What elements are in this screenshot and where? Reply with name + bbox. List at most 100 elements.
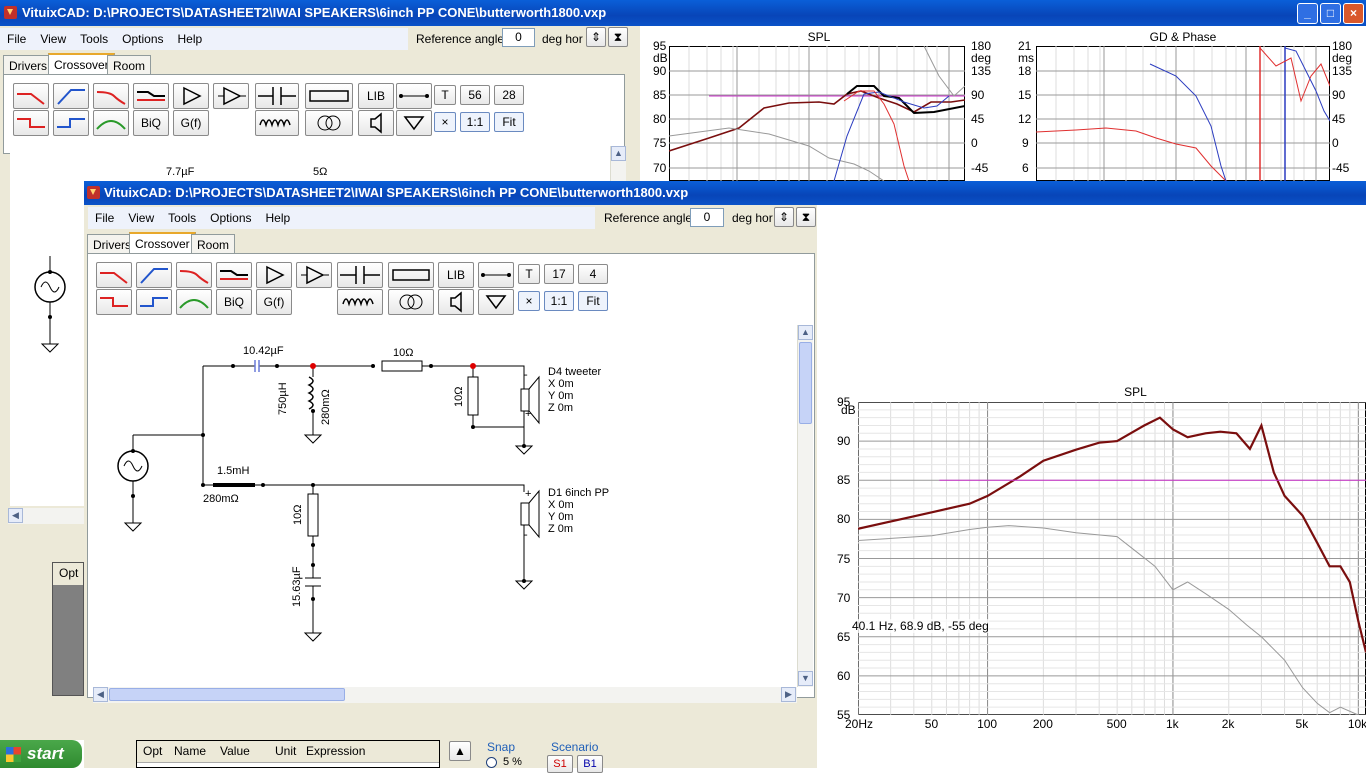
- fit-button[interactable]: Fit: [578, 291, 608, 311]
- amp-button[interactable]: [256, 262, 292, 288]
- bg-horizontal-scrollbar[interactable]: ◀: [8, 508, 84, 524]
- highpass-button[interactable]: [136, 262, 172, 288]
- bg-inductor-button[interactable]: [255, 110, 299, 136]
- component-table[interactable]: Opt Name Value Unit Expression: [136, 740, 440, 768]
- fg-angle-reset-button[interactable]: ⧗: [796, 207, 816, 227]
- bg-opamp-button[interactable]: [213, 83, 249, 109]
- bg-delete-icon[interactable]: ×: [434, 112, 456, 132]
- menu-view[interactable]: View: [33, 28, 73, 46]
- fg-angle-updown-button[interactable]: ⇕: [774, 207, 794, 227]
- inductor-button[interactable]: [337, 289, 383, 315]
- bg-tab-drivers[interactable]: Drivers: [3, 55, 53, 75]
- y-tick-label: 95: [837, 395, 851, 409]
- opamp-button[interactable]: [296, 262, 332, 288]
- menu-tools[interactable]: Tools: [73, 28, 115, 46]
- lib-button[interactable]: LIB: [438, 262, 474, 288]
- fg-vscroll-thumb[interactable]: [799, 342, 812, 424]
- menu-file[interactable]: File: [0, 28, 33, 46]
- scenario-s1-button[interactable]: S1: [547, 755, 573, 773]
- bg-grid-y-field[interactable]: 28: [494, 85, 524, 105]
- bg-transformer-button[interactable]: [305, 110, 353, 136]
- spl-small-right-unit: deg: [971, 51, 992, 65]
- wire-button[interactable]: [478, 262, 514, 288]
- delete-icon[interactable]: ×: [518, 291, 540, 311]
- bg-ref-angle-input[interactable]: 0: [502, 28, 535, 47]
- bg-ground-button[interactable]: [396, 110, 432, 136]
- bg-angle-reset-button[interactable]: ⧗: [608, 27, 628, 47]
- scroll-down-icon[interactable]: ▼: [798, 671, 813, 686]
- scroll-up-icon[interactable]: ▲: [611, 146, 626, 161]
- biq-button[interactable]: BiQ: [216, 289, 252, 315]
- bg-wire-button[interactable]: [396, 83, 432, 109]
- gf-button[interactable]: G(f): [256, 289, 292, 315]
- lowpass2-button[interactable]: [176, 262, 212, 288]
- bg-grid-x-field[interactable]: 56: [460, 85, 490, 105]
- bg-tab-crossover[interactable]: Crossover: [48, 53, 115, 75]
- fg-horizontal-scrollbar[interactable]: ◀ ▶: [93, 687, 797, 703]
- scenario-b1-button[interactable]: B1: [577, 755, 603, 773]
- fg-vertical-scrollbar[interactable]: ▲ ▼: [797, 325, 813, 687]
- hp-split-button[interactable]: [136, 289, 172, 315]
- fg-tab-room[interactable]: Room: [191, 234, 236, 254]
- lp-split-button[interactable]: [96, 289, 132, 315]
- zoom-1to1-button[interactable]: 1:1: [544, 291, 574, 311]
- fg-window-title: VituixCAD: D:\PROJECTS\DATASHEET2\IWAI S…: [104, 185, 689, 200]
- scroll-left-icon[interactable]: ◀: [93, 687, 108, 702]
- scroll-left-icon[interactable]: ◀: [8, 508, 23, 523]
- bg-lowpass2-button[interactable]: [93, 83, 129, 109]
- schematic-canvas[interactable]: - + + - 10.42µF 10Ω 750µH 280mΩ 10Ω D4 t…: [93, 325, 797, 687]
- bg-capacitor-button[interactable]: [255, 83, 299, 109]
- bg-gf-button[interactable]: G(f): [173, 110, 209, 136]
- transformer-button[interactable]: [388, 289, 434, 315]
- bg-fit-button[interactable]: Fit: [494, 112, 524, 132]
- bg-angle-updown-button[interactable]: ⇕: [586, 27, 606, 47]
- fg-menu-file[interactable]: File: [88, 207, 121, 225]
- start-button[interactable]: start: [0, 740, 82, 768]
- menu-options[interactable]: Options: [115, 28, 170, 46]
- fg-menu-options[interactable]: Options: [203, 207, 258, 225]
- fg-ref-angle-input[interactable]: 0: [690, 208, 724, 227]
- resistor-button[interactable]: [388, 262, 434, 288]
- bg-resistor-button[interactable]: [305, 83, 353, 109]
- fg-menu-tools[interactable]: Tools: [161, 207, 203, 225]
- fg-menu-help[interactable]: Help: [259, 207, 298, 225]
- move-up-button[interactable]: ▲: [449, 741, 471, 761]
- text-button[interactable]: T: [518, 264, 540, 284]
- scroll-right-icon[interactable]: ▶: [781, 687, 796, 702]
- menu-help[interactable]: Help: [171, 28, 210, 46]
- col-unit: Unit: [275, 744, 297, 758]
- bg-bandpass-button[interactable]: [93, 110, 129, 136]
- bg-lib-button[interactable]: LIB: [358, 83, 394, 109]
- bg-highpass-button[interactable]: [53, 83, 89, 109]
- bg-window-titlebar[interactable]: VituixCAD: D:\PROJECTS\DATASHEET2\IWAI S…: [0, 0, 1366, 26]
- fg-window-titlebar[interactable]: VituixCAD: D:\PROJECTS\DATASHEET2\IWAI S…: [84, 181, 1366, 205]
- bg-amp-button[interactable]: [173, 83, 209, 109]
- bg-lowpass-button[interactable]: [13, 83, 49, 109]
- minimize-button[interactable]: _: [1297, 3, 1318, 24]
- grid-y-field[interactable]: 4: [578, 264, 608, 284]
- fg-hscroll-thumb[interactable]: [109, 688, 345, 701]
- fg-menu-view[interactable]: View: [121, 207, 161, 225]
- capacitor-c2-label: 15.63µF: [291, 566, 303, 607]
- scroll-up-icon[interactable]: ▲: [798, 325, 813, 340]
- bg-text-button[interactable]: T: [434, 85, 456, 105]
- bg-lp-split-button[interactable]: [13, 110, 49, 136]
- maximize-button[interactable]: □: [1320, 3, 1341, 24]
- ground-button[interactable]: [478, 289, 514, 315]
- bg-tab-room[interactable]: Room: [107, 55, 152, 75]
- capacitor-button[interactable]: [337, 262, 383, 288]
- lowpass-button[interactable]: [96, 262, 132, 288]
- grid-x-field[interactable]: 17: [544, 264, 574, 284]
- bg-hp-split-button[interactable]: [53, 110, 89, 136]
- bg-zoom-1to1-button[interactable]: 1:1: [460, 112, 490, 132]
- shelf-button[interactable]: [216, 262, 252, 288]
- bg-driver-button[interactable]: [358, 110, 394, 136]
- bg-shelf-button[interactable]: [133, 83, 169, 109]
- fg-tab-crossover[interactable]: Crossover: [129, 232, 196, 254]
- snap-radio[interactable]: [486, 757, 497, 768]
- gd-tick: 6: [1022, 161, 1029, 175]
- bandpass-button[interactable]: [176, 289, 212, 315]
- driver-button[interactable]: [438, 289, 474, 315]
- close-button[interactable]: ×: [1343, 3, 1364, 24]
- bg-biq-button[interactable]: BiQ: [133, 110, 169, 136]
